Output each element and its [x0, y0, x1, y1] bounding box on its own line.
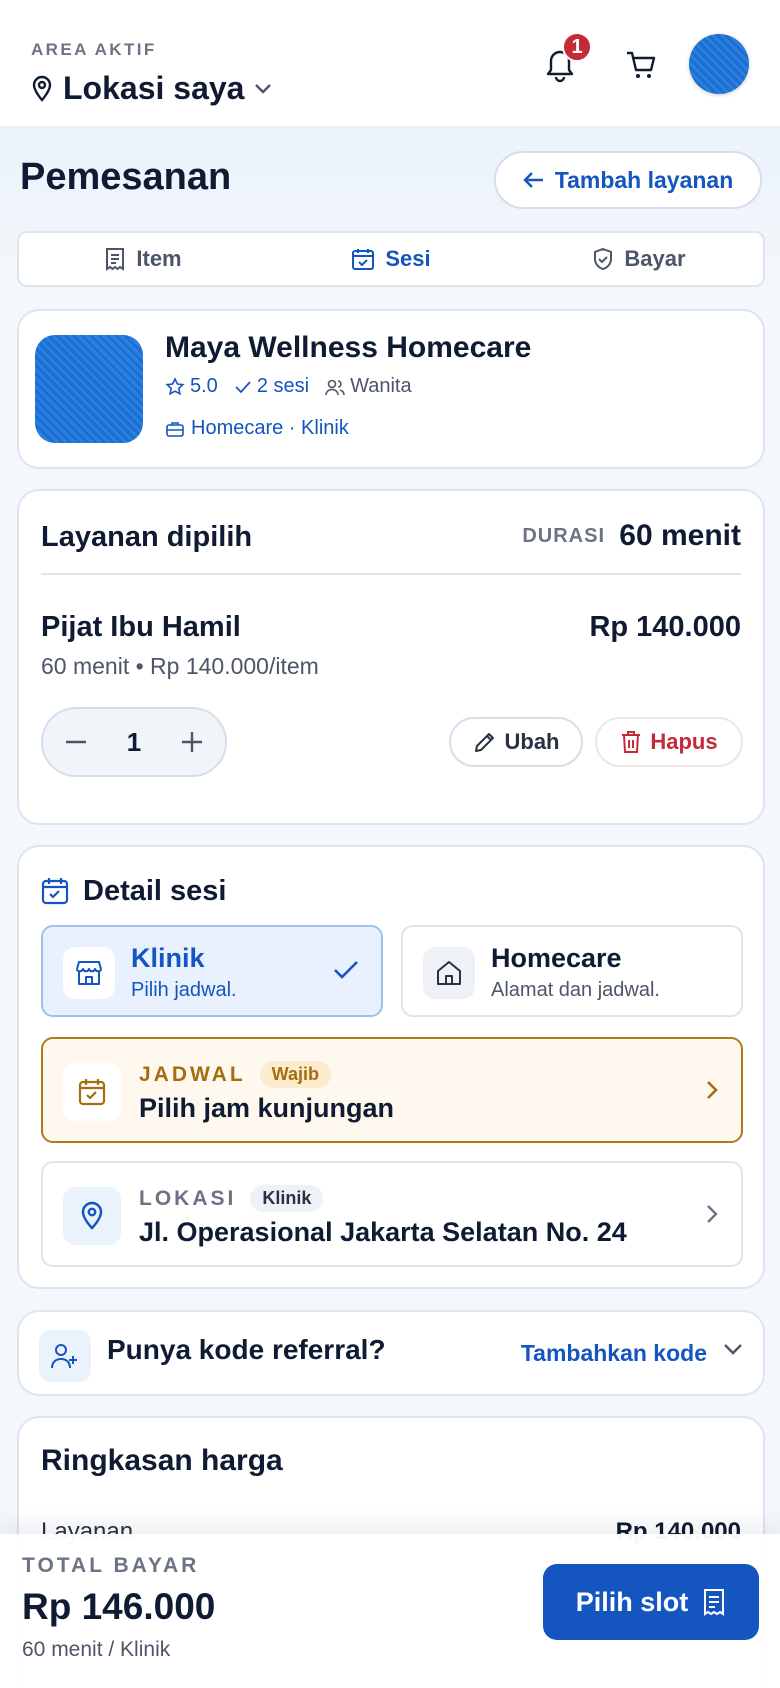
provider-sessions: 2 sesi: [234, 375, 309, 398]
quantity-stepper: 1: [41, 707, 227, 777]
duration-value: 60 menit: [619, 519, 741, 552]
provider-gender: Wanita: [325, 375, 412, 398]
home-icon: [423, 947, 475, 999]
location-name: Lokasi saya: [63, 70, 245, 106]
total-label: TOTAL BAYAR: [22, 1554, 200, 1577]
required-pill: Wajib: [259, 1061, 332, 1088]
provider-thumbnail: [35, 335, 143, 443]
duration-label: DURASI: [522, 525, 605, 547]
session-title: Detail sesi: [83, 875, 227, 907]
option-klinik[interactable]: Klinik Pilih jadwal.: [41, 925, 383, 1017]
choose-slot-button[interactable]: Pilih slot: [543, 1564, 759, 1640]
provider-name: Maya Wellness Homecare: [165, 331, 532, 364]
referral-title: Punya kode referral?: [107, 1334, 386, 1365]
calendar-check-icon: [63, 1063, 121, 1121]
tab-item-label: Item: [136, 246, 182, 271]
provider-meta: 5.0 2 sesi Wanita: [165, 375, 412, 398]
schedule-value: Pilih jam kunjungan: [139, 1093, 395, 1123]
provider-tags: Homecare · Klinik: [165, 417, 349, 440]
tab-item[interactable]: Item: [19, 233, 267, 285]
plus-icon: [182, 732, 202, 752]
option-homecare[interactable]: Homecare Alamat dan jadwal.: [401, 925, 743, 1017]
edit-button[interactable]: Ubah: [449, 717, 583, 767]
location-pill: Klinik: [250, 1185, 324, 1212]
option-klinik-sub: Pilih jadwal.: [131, 979, 237, 1001]
tab-bayar-label: Bayar: [624, 246, 686, 271]
chevron-down-icon: [254, 83, 272, 95]
schedule-row[interactable]: JADWAL Wajib Pilih jam kunjungan: [41, 1037, 743, 1143]
total-value: Rp 146.000: [22, 1586, 216, 1627]
location-row[interactable]: LOKASI Klinik Jl. Operasional Jakarta Se…: [41, 1161, 743, 1267]
total-subtitle: 60 menit / Klinik: [22, 1638, 171, 1661]
minus-button[interactable]: [65, 740, 87, 744]
chevron-right-icon: [705, 1203, 719, 1225]
provider-rating: 5.0: [165, 375, 218, 398]
check-icon: [235, 380, 251, 393]
bottom-bar: TOTAL BAYAR Rp 146.000 60 menit / Klinik…: [0, 1534, 780, 1688]
selected-service-title: Layanan dipilih: [41, 521, 253, 553]
selected-service-card: Layanan dipilih DURASI 60 menit Pijat Ib…: [17, 489, 765, 825]
schedule-label: JADWAL Wajib: [139, 1061, 332, 1088]
star-icon: [165, 376, 185, 395]
tab-sesi-label: Sesi: [385, 246, 431, 271]
map-pin-icon: [31, 75, 53, 103]
arrow-left-icon: [523, 171, 545, 189]
shield-check-icon: [592, 247, 614, 271]
delete-button[interactable]: Hapus: [595, 717, 743, 767]
map-pin-icon: [63, 1187, 121, 1245]
cart-icon[interactable]: [624, 48, 658, 82]
location-label: LOKASI Klinik: [139, 1185, 324, 1212]
notification-badge: 1: [562, 32, 592, 62]
divider: [41, 573, 741, 575]
users-icon: [325, 379, 345, 395]
calendar-check-icon: [351, 247, 375, 271]
receipt-icon: [702, 1588, 726, 1616]
check-icon: [333, 959, 359, 981]
top-bar: AREA AKTIF Lokasi saya 1: [0, 0, 780, 126]
add-referral-button[interactable]: Tambahkan kode: [521, 1340, 707, 1367]
store-icon: [63, 947, 115, 999]
service-price: Rp 140.000: [589, 611, 741, 643]
service-name: Pijat Ibu Hamil: [41, 611, 241, 643]
tab-bayar[interactable]: Bayar: [515, 233, 763, 285]
page-title: Pemesanan: [20, 156, 232, 198]
avatar[interactable]: [689, 34, 749, 94]
trash-icon: [622, 731, 641, 753]
session-detail-card: Detail sesi Klinik Pilih jadwal. Homecar…: [17, 845, 765, 1289]
calendar-icon: [41, 877, 69, 905]
add-service-label: Tambah layanan: [554, 166, 734, 193]
plus-button[interactable]: [181, 731, 203, 753]
provider-card[interactable]: Maya Wellness Homecare 5.0 2 sesi Wanita…: [17, 309, 765, 469]
option-homecare-title: Homecare: [491, 943, 622, 973]
step-tabs: Item Sesi Bayar: [17, 231, 765, 287]
receipt-icon: [104, 247, 126, 271]
option-klinik-title: Klinik: [131, 943, 205, 973]
chevron-down-icon[interactable]: [723, 1342, 743, 1356]
location-value: Jl. Operasional Jakarta Selatan No. 24: [139, 1217, 627, 1247]
minus-icon: [66, 740, 86, 744]
user-plus-icon: [39, 1330, 91, 1382]
quantity-value: 1: [126, 726, 142, 757]
location-selector[interactable]: Lokasi saya: [31, 70, 272, 107]
summary-title: Ringkasan harga: [41, 1444, 283, 1477]
service-subtitle: 60 menit • Rp 140.000/item: [41, 653, 319, 679]
add-service-button[interactable]: Tambah layanan: [494, 151, 762, 209]
option-homecare-sub: Alamat dan jadwal.: [491, 979, 660, 1001]
referral-card[interactable]: Punya kode referral? Tambahkan kode: [17, 1310, 765, 1396]
tab-sesi[interactable]: Sesi: [267, 233, 515, 285]
pencil-icon: [474, 733, 494, 752]
area-label: AREA AKTIF: [31, 40, 157, 59]
briefcase-icon: [166, 421, 184, 437]
chevron-right-icon: [705, 1079, 719, 1101]
